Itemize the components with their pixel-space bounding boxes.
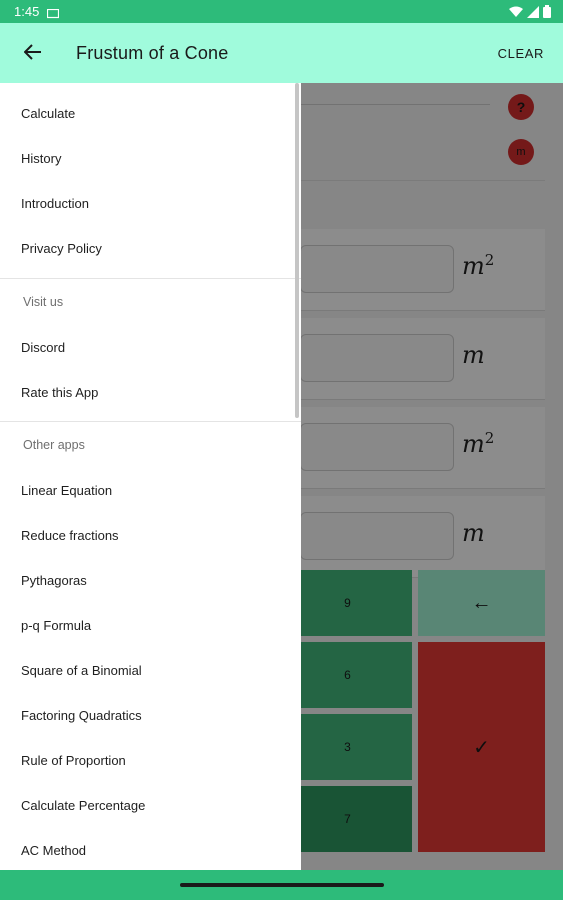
drawer-item-privacy-policy[interactable]: Privacy Policy	[21, 241, 102, 256]
drawer-item-rate-app[interactable]: Rate this App	[21, 385, 98, 400]
status-bar: 1:45	[0, 0, 563, 23]
wifi-icon	[509, 5, 523, 23]
page-title: Frustum of a Cone	[76, 43, 229, 63]
status-icons	[509, 5, 551, 23]
drawer-item-history[interactable]: History	[21, 151, 61, 166]
section-header-other-apps: Other apps	[23, 438, 85, 452]
drawer-divider	[0, 278, 301, 279]
signal-icon	[527, 5, 539, 23]
clear-button[interactable]: CLEAR	[498, 46, 544, 61]
app-bar: Frustum of a Cone CLEAR	[0, 23, 563, 83]
drawer-item-introduction[interactable]: Introduction	[21, 196, 89, 211]
drawer-item-linear-equation[interactable]: Linear Equation	[21, 483, 112, 498]
drawer-divider	[0, 421, 301, 422]
battery-icon	[543, 5, 551, 23]
drawer-item-factoring-quadratics[interactable]: Factoring Quadratics	[21, 708, 142, 723]
navigation-drawer: Calculate History Introduction Privacy P…	[0, 83, 301, 870]
section-header-visit: Visit us	[23, 295, 64, 309]
drawer-item-pq-formula[interactable]: p-q Formula	[21, 618, 91, 633]
drawer-item-reduce-fractions[interactable]: Reduce fractions	[21, 528, 119, 543]
drawer-item-ac-method[interactable]: AC Method	[21, 843, 86, 858]
drawer-item-discord[interactable]: Discord	[21, 340, 65, 355]
navigation-bar	[0, 870, 563, 900]
drawer-scrollbar[interactable]	[295, 83, 299, 418]
back-button[interactable]	[20, 41, 46, 67]
status-time: 1:45	[14, 4, 40, 19]
drawer-item-pythagoras[interactable]: Pythagoras	[21, 573, 87, 588]
drawer-item-square-binomial[interactable]: Square of a Binomial	[21, 663, 142, 678]
home-gesture-handle[interactable]	[180, 883, 384, 887]
arrow-left-icon	[23, 43, 42, 65]
notification-icon	[46, 6, 60, 24]
drawer-item-rule-of-proportion[interactable]: Rule of Proportion	[21, 753, 126, 768]
drawer-item-calculate-percentage[interactable]: Calculate Percentage	[21, 798, 145, 813]
drawer-item-calculate[interactable]: Calculate	[21, 106, 75, 121]
